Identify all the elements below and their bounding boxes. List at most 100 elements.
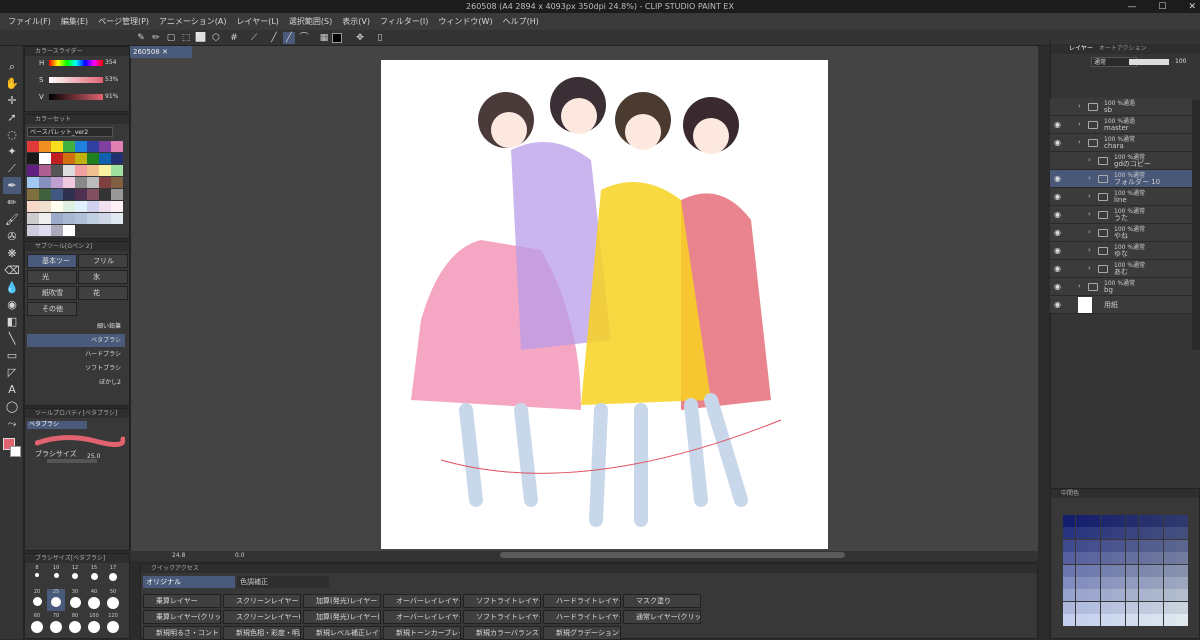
palette-swatch[interactable] xyxy=(51,189,63,200)
menu-item[interactable]: 編集(E) xyxy=(61,16,88,27)
quick-access-button[interactable]: 新規レベル補正レイヤー xyxy=(303,626,381,640)
palette-swatch[interactable] xyxy=(111,153,123,164)
intermediate-color-swatch[interactable] xyxy=(1063,577,1075,589)
curve-icon[interactable]: ⌒ xyxy=(298,32,310,44)
intermediate-color-swatch[interactable] xyxy=(1063,552,1075,565)
intermediate-color-swatch[interactable] xyxy=(1176,589,1189,602)
layer-row[interactable]: ◉ › 100 %通常 フォルダー 10 xyxy=(1050,170,1192,188)
intermediate-color-swatch[interactable] xyxy=(1151,539,1164,552)
brush-size-preset[interactable]: 30 xyxy=(66,589,84,611)
intermediate-color-swatch[interactable] xyxy=(1100,614,1113,627)
eye-icon[interactable]: ◉ xyxy=(1054,228,1061,237)
intermediate-color-swatch[interactable] xyxy=(1126,552,1138,565)
intermediate-color-swatch[interactable] xyxy=(1088,589,1101,602)
brush-size-preset[interactable]: 50 xyxy=(104,589,122,611)
intermediate-color-swatch[interactable] xyxy=(1151,577,1164,589)
intermediate-color-swatch[interactable] xyxy=(1163,527,1176,540)
quick-access-button[interactable]: 乗算レイヤー xyxy=(143,594,221,608)
intermediate-color-swatch[interactable] xyxy=(1138,614,1151,627)
brush-item-2[interactable]: ハードブラシ xyxy=(27,348,125,361)
palette-swatch[interactable] xyxy=(87,213,99,224)
intermediate-color-swatch[interactable] xyxy=(1163,614,1176,627)
palette-swatch[interactable] xyxy=(51,165,63,176)
intermediate-color-swatch[interactable] xyxy=(1088,614,1101,627)
quick-access-button[interactable]: 新規カラーバランスレイヤー xyxy=(463,626,541,640)
brush-size-value[interactable]: 25.0 xyxy=(87,453,100,460)
quick-access-tab-1[interactable]: 色調補正 xyxy=(237,576,329,588)
intermediate-color-swatch[interactable] xyxy=(1138,552,1151,565)
quick-access-button[interactable]: ハードライトレイヤー(クリッピング) xyxy=(543,610,621,624)
layer-row[interactable]: ◉ › 100 %通常 bg xyxy=(1050,278,1192,296)
slider-value[interactable]: 354 xyxy=(105,59,116,66)
brush-size-preset[interactable]: 20 xyxy=(28,589,46,611)
eye-icon[interactable]: ◉ xyxy=(1054,192,1061,201)
intermediate-color-swatch[interactable] xyxy=(1100,564,1113,577)
intermediate-color-swatch[interactable] xyxy=(1151,552,1164,565)
intermediate-color-swatch[interactable] xyxy=(1088,552,1101,565)
menu-item[interactable]: 表示(V) xyxy=(342,16,370,27)
palette-swatch[interactable] xyxy=(63,141,75,152)
intermediate-color-swatch[interactable] xyxy=(1063,527,1075,540)
palette-swatch[interactable] xyxy=(111,141,123,152)
brush-tool-icon[interactable]: 🖌 xyxy=(3,211,21,228)
menu-item[interactable]: ページ管理(P) xyxy=(98,16,149,27)
selection-icon[interactable]: ◌ xyxy=(3,126,21,143)
palette-swatch[interactable] xyxy=(39,189,51,200)
intermediate-color-swatch[interactable] xyxy=(1176,564,1189,577)
eyedropper-icon[interactable]: ✥ xyxy=(354,32,366,44)
intermediate-color-swatch[interactable] xyxy=(1113,564,1126,577)
hand-icon[interactable]: ✋ xyxy=(3,75,21,92)
intermediate-color-swatch[interactable] xyxy=(1075,515,1088,527)
quick-access-button[interactable]: スクリーンレイヤー(クリッピング) xyxy=(223,610,301,624)
intermediate-color-swatch[interactable] xyxy=(1163,564,1176,577)
intermediate-color-swatch[interactable] xyxy=(1151,515,1164,527)
color-slider-track[interactable] xyxy=(49,94,103,100)
crop-icon[interactable]: ⬜ xyxy=(195,32,207,44)
intermediate-color-swatch[interactable] xyxy=(1113,577,1126,589)
palette-swatch[interactable] xyxy=(27,165,39,176)
intermediate-color-swatch[interactable] xyxy=(1176,552,1189,565)
palette-swatch[interactable] xyxy=(87,177,99,188)
quick-access-button[interactable]: 新規グラデーションマップレイヤー xyxy=(543,626,621,640)
palette-swatch[interactable] xyxy=(27,141,39,152)
palette-swatch[interactable] xyxy=(99,165,111,176)
intermediate-color-swatch[interactable] xyxy=(1088,564,1101,577)
layer-row[interactable]: ◉ › 100 %通常 chara xyxy=(1050,134,1192,152)
pen-tool-icon[interactable]: ✒ xyxy=(3,177,21,194)
palette-swatch[interactable] xyxy=(63,189,75,200)
palette-swatch[interactable] xyxy=(75,177,87,188)
palette-swatch[interactable] xyxy=(51,153,63,164)
color-slider-track[interactable] xyxy=(49,77,103,83)
operation-icon[interactable]: ➚ xyxy=(3,109,21,126)
subtool-group-4[interactable]: 紙吹雪 xyxy=(27,286,77,300)
subtool-group-0[interactable]: 基本ツール xyxy=(27,254,77,277)
layer-row[interactable]: ◉ › 100 %通過 master xyxy=(1050,116,1192,134)
brush-size-preset[interactable]: 80 xyxy=(66,613,84,635)
quick-access-button[interactable]: 加算(発光)レイヤー xyxy=(303,594,381,608)
close-button[interactable]: ✕ xyxy=(1188,2,1196,12)
brush-item-1[interactable]: ベタブラシ xyxy=(27,334,125,347)
intermediate-color-swatch[interactable] xyxy=(1176,527,1189,540)
intermediate-color-swatch[interactable] xyxy=(1113,601,1126,614)
intermediate-color-swatch[interactable] xyxy=(1126,601,1138,614)
intermediate-color-swatch[interactable] xyxy=(1113,527,1126,540)
intermediate-color-swatch[interactable] xyxy=(1088,527,1101,540)
brush-size-preset[interactable]: 120 xyxy=(104,613,122,635)
palette-swatch[interactable] xyxy=(99,213,111,224)
intermediate-color-swatch[interactable] xyxy=(1163,515,1176,527)
intermediate-color-swatch[interactable] xyxy=(1075,614,1088,627)
expand-chevron-icon[interactable]: › xyxy=(1078,138,1081,146)
menu-item[interactable]: ヘルプ(H) xyxy=(503,16,539,27)
intermediate-color-swatch[interactable] xyxy=(1126,564,1138,577)
intermediate-color-swatch[interactable] xyxy=(1138,527,1151,540)
pattern-icon[interactable]: ▦ xyxy=(318,32,330,44)
intermediate-color-swatch[interactable] xyxy=(1075,539,1088,552)
frame-icon[interactable]: ▭ xyxy=(3,347,21,364)
auto-select-icon[interactable]: ✦ xyxy=(3,143,21,160)
correct-line-icon[interactable]: ⤳ xyxy=(3,415,21,432)
intermediate-color-swatch[interactable] xyxy=(1138,589,1151,602)
palette-swatch[interactable] xyxy=(63,201,75,212)
palette-swatch[interactable] xyxy=(75,165,87,176)
brush-size-preset[interactable]: 70 xyxy=(47,613,65,635)
palette-swatch[interactable] xyxy=(51,201,63,212)
